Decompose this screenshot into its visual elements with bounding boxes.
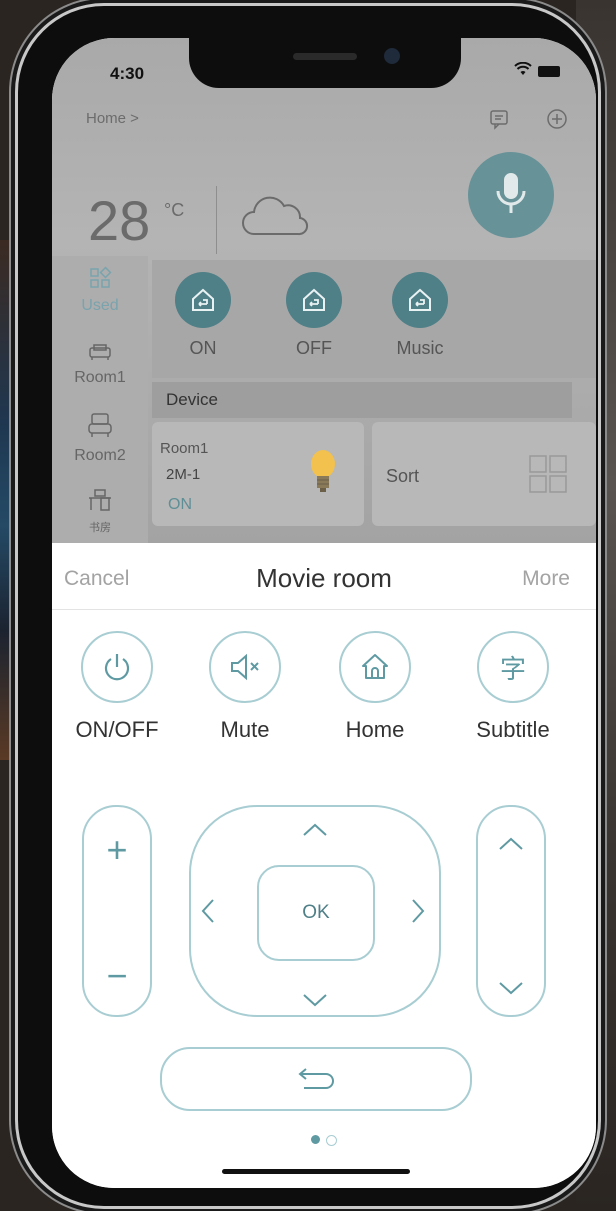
subtitle-button-circle: 字 bbox=[477, 631, 549, 703]
home-scene-icon bbox=[303, 288, 325, 311]
sidebar-item-used[interactable]: Used bbox=[52, 266, 148, 315]
chevron-up-icon bbox=[303, 823, 327, 836]
volume-control: + − bbox=[82, 805, 152, 1017]
remote-sheet: Movie room Cancel More ON/OFF Mute Home … bbox=[52, 543, 596, 1188]
page-indicator bbox=[52, 1135, 596, 1146]
remote-header: Movie room Cancel More bbox=[52, 543, 596, 610]
left-arrow-button[interactable] bbox=[199, 897, 217, 932]
volume-up-button[interactable]: + bbox=[84, 829, 150, 871]
chevron-down-icon bbox=[303, 994, 327, 1007]
power-button-circle bbox=[81, 631, 153, 703]
power-icon bbox=[104, 654, 130, 681]
cloud-icon bbox=[240, 194, 310, 243]
bulb-icon bbox=[311, 450, 335, 492]
direction-pad: OK bbox=[189, 805, 441, 1017]
battery-icon bbox=[538, 66, 560, 77]
device-section-header: Device bbox=[152, 382, 572, 418]
home-scene-icon bbox=[192, 288, 214, 311]
ok-button[interactable]: OK bbox=[257, 865, 375, 961]
remote-title: Movie room bbox=[256, 563, 392, 593]
phone-frame: 4:30 Home > 28 °C Used Room1 Room2 书房 ON… bbox=[18, 6, 598, 1206]
channel-up-button[interactable] bbox=[478, 829, 544, 860]
power-button[interactable]: ON/OFF bbox=[62, 631, 172, 743]
breadcrumb[interactable]: Home > bbox=[86, 110, 139, 127]
chevron-left-icon bbox=[201, 899, 214, 923]
add-circle-icon[interactable] bbox=[546, 108, 568, 130]
return-icon bbox=[298, 1068, 334, 1089]
channel-control bbox=[476, 805, 546, 1017]
scene-button-off[interactable]: OFF bbox=[269, 272, 359, 359]
grid-icon bbox=[529, 455, 567, 493]
temperature-value: 28 bbox=[88, 189, 151, 252]
microphone-icon bbox=[496, 173, 526, 213]
sofa-icon bbox=[89, 344, 111, 360]
mute-button-circle bbox=[209, 631, 281, 703]
subtitle-icon: 字 bbox=[499, 653, 526, 684]
page-dot[interactable] bbox=[326, 1135, 337, 1146]
scene-button-circle bbox=[286, 272, 342, 328]
device-section-label: Device bbox=[166, 390, 218, 409]
down-arrow-button[interactable] bbox=[301, 985, 329, 1016]
message-icon[interactable] bbox=[488, 108, 510, 130]
power-label: ON/OFF bbox=[75, 717, 159, 742]
channel-down-button[interactable] bbox=[478, 973, 544, 1004]
device-room: Room1 bbox=[160, 440, 209, 457]
back-button[interactable] bbox=[160, 1047, 472, 1111]
device-card[interactable]: Room1 2M-1 ON bbox=[152, 422, 364, 526]
sidebar-item-room2[interactable]: Room2 bbox=[52, 412, 148, 465]
scene-panel: ON OFF Music bbox=[152, 260, 596, 378]
scene-button-music[interactable]: Music bbox=[375, 272, 465, 359]
sort-label: Sort bbox=[386, 466, 420, 486]
mute-label: Mute bbox=[220, 717, 270, 742]
sidebar-item-label: Used bbox=[81, 297, 119, 314]
subtitle-button[interactable]: 字 Subtitle bbox=[458, 631, 568, 743]
subtitle-label: Subtitle bbox=[476, 717, 550, 742]
page-dot[interactable] bbox=[311, 1135, 320, 1144]
chevron-down-icon bbox=[499, 982, 523, 995]
front-camera bbox=[384, 48, 400, 64]
sidebar-item-label: Room1 bbox=[74, 369, 126, 386]
weather-divider bbox=[216, 186, 217, 254]
home-button-circle bbox=[339, 631, 411, 703]
home-icon bbox=[362, 654, 388, 679]
phone-screen: 4:30 Home > 28 °C Used Room1 Room2 书房 ON… bbox=[52, 38, 596, 1188]
desk-icon bbox=[89, 489, 111, 511]
sidebar-item-label: Room2 bbox=[74, 447, 126, 464]
grid-icon bbox=[90, 266, 112, 288]
scene-button-circle bbox=[392, 272, 448, 328]
room-sidebar: Used Room1 Room2 书房 bbox=[52, 256, 148, 543]
device-name: 2M-1 bbox=[166, 466, 201, 483]
chevron-up-icon bbox=[499, 837, 523, 850]
device-state: ON bbox=[168, 496, 192, 513]
cancel-button[interactable]: Cancel bbox=[64, 567, 129, 591]
couch-icon bbox=[88, 413, 112, 437]
notch bbox=[189, 38, 461, 88]
mute-icon bbox=[231, 653, 259, 681]
home-scene-icon bbox=[409, 288, 431, 311]
sort-card[interactable]: Sort bbox=[372, 422, 596, 526]
status-icons bbox=[514, 61, 560, 81]
status-time: 4:30 bbox=[110, 64, 145, 83]
more-button[interactable]: More bbox=[522, 567, 570, 591]
sidebar-item-room1[interactable]: Room1 bbox=[52, 342, 148, 387]
chevron-right-icon bbox=[412, 899, 425, 923]
scene-label: OFF bbox=[296, 338, 332, 358]
home-indicator[interactable] bbox=[222, 1169, 410, 1174]
sidebar-item-study[interactable]: 书房 bbox=[52, 488, 148, 535]
temperature-unit: °C bbox=[164, 200, 185, 220]
volume-down-button[interactable]: − bbox=[84, 955, 150, 997]
home-button[interactable]: Home bbox=[320, 631, 430, 743]
right-arrow-button[interactable] bbox=[409, 897, 427, 932]
wifi-icon bbox=[514, 61, 532, 81]
home-label: Home bbox=[345, 717, 405, 742]
up-arrow-button[interactable] bbox=[301, 815, 329, 846]
mute-button[interactable]: Mute bbox=[190, 631, 300, 743]
scene-label: Music bbox=[396, 338, 444, 358]
voice-button[interactable] bbox=[468, 152, 554, 238]
scene-button-on[interactable]: ON bbox=[158, 272, 248, 359]
scene-button-circle bbox=[175, 272, 231, 328]
scene-label: ON bbox=[189, 338, 217, 358]
sidebar-item-label: 书房 bbox=[89, 522, 111, 534]
speaker-grille bbox=[293, 53, 357, 60]
